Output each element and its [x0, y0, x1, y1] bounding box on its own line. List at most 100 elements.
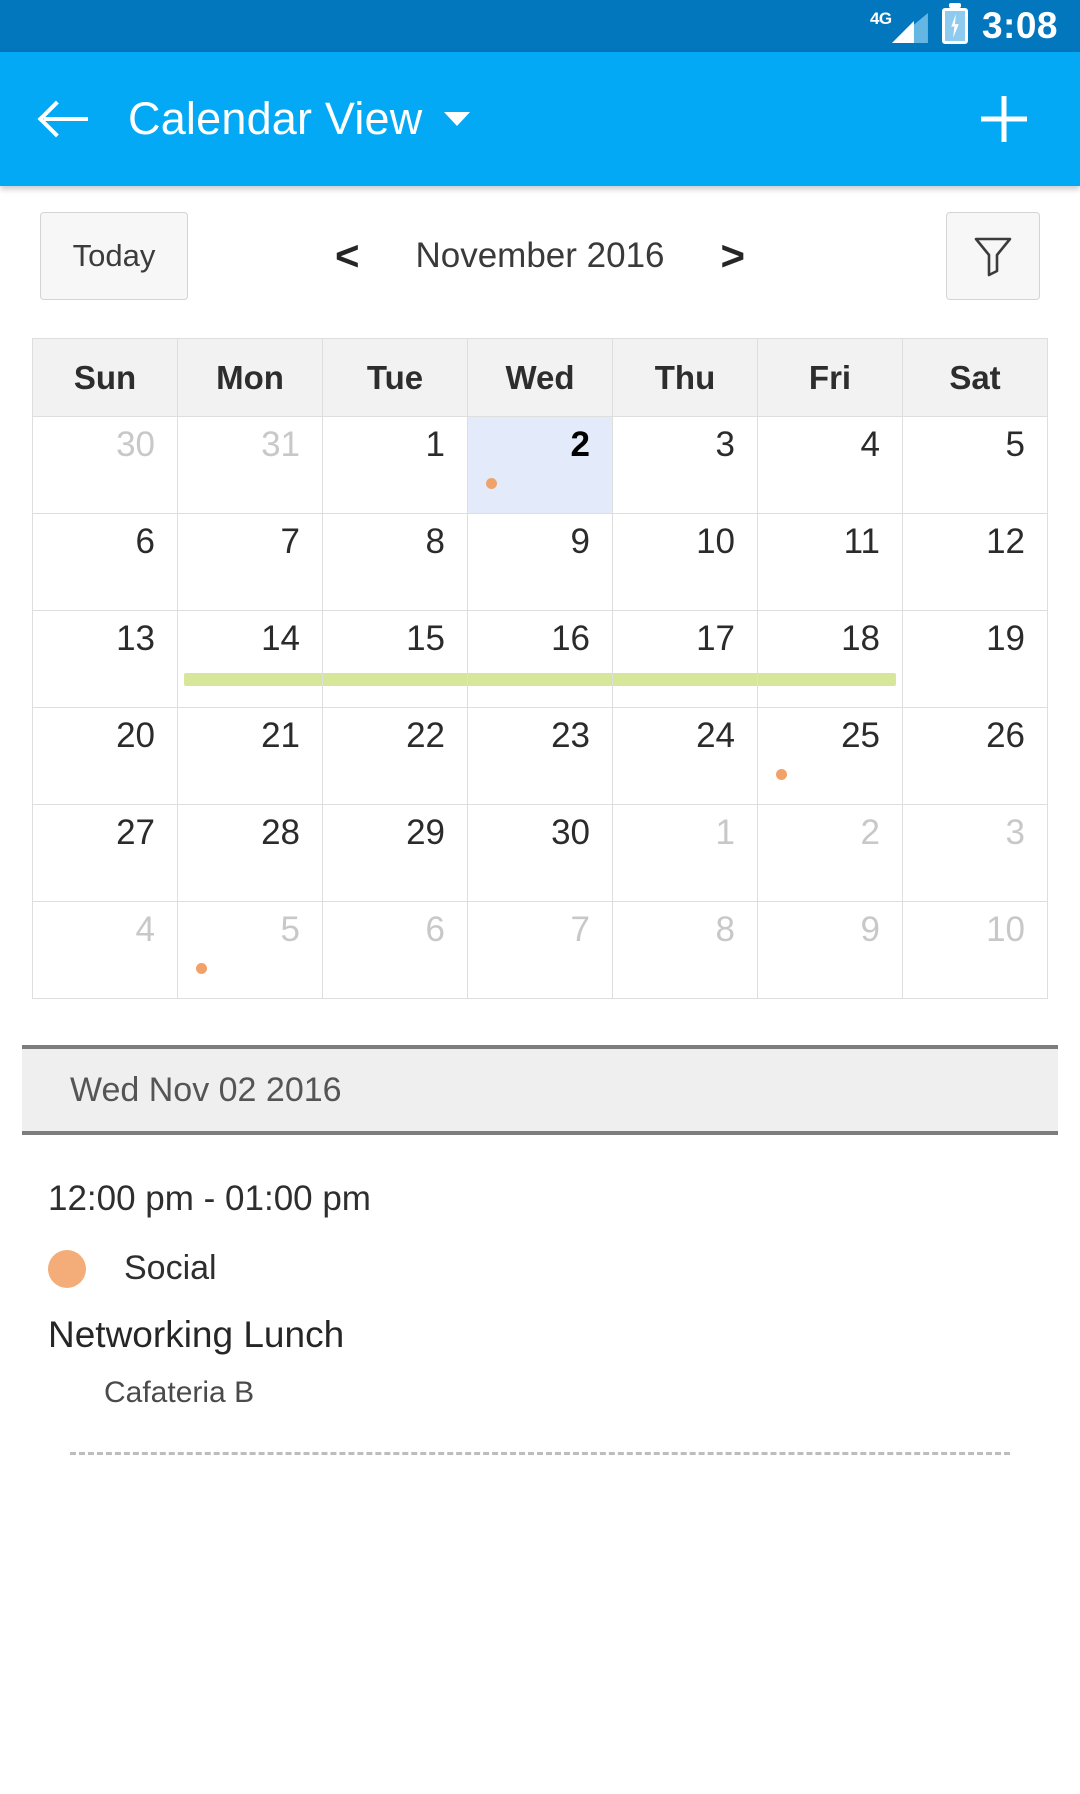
- calendar-day-cell[interactable]: 30: [33, 417, 178, 514]
- calendar-day-cell[interactable]: 7: [178, 514, 323, 611]
- calendar-day-cell[interactable]: 12: [903, 514, 1048, 611]
- calendar-day-cell[interactable]: 15: [323, 611, 468, 708]
- calendar-day-number: 24: [696, 716, 735, 755]
- prev-month-button[interactable]: <: [335, 235, 360, 277]
- calendar-day-cell[interactable]: 30: [468, 805, 613, 902]
- calendar-grid: Sun Mon Tue Wed Thu Fri Sat 30 31 1 2 3 4 5 6 7 8 9 10 11 1…: [32, 338, 1048, 999]
- calendar-week-row: 20 21 22 23 24 25 26: [33, 708, 1048, 805]
- calendar-day-number: 2: [860, 813, 880, 852]
- calendar-day-cell[interactable]: 28: [178, 805, 323, 902]
- current-month-label: November 2016: [415, 236, 665, 275]
- calendar-day-cell[interactable]: 8: [323, 514, 468, 611]
- event-dot-indicator: [196, 963, 207, 974]
- calendar-day-number: 23: [551, 716, 590, 755]
- event-category-label: Social: [124, 1249, 217, 1287]
- next-month-button[interactable]: >: [721, 235, 746, 277]
- event-category-row: Social: [48, 1249, 1032, 1288]
- calendar-day-cell[interactable]: 31: [178, 417, 323, 514]
- signal-triangle-lit: [891, 21, 914, 43]
- calendar-day-cell[interactable]: 17: [613, 611, 758, 708]
- calendar-day-cell[interactable]: 3: [613, 417, 758, 514]
- calendar-day-cell[interactable]: 25: [758, 708, 903, 805]
- signal-bars-icon: 4G: [869, 9, 928, 43]
- calendar-day-cell[interactable]: 2: [468, 417, 613, 514]
- event-span-bar: [468, 673, 612, 686]
- calendar-day-number: 6: [425, 910, 445, 949]
- back-arrow-icon[interactable]: [34, 88, 96, 150]
- calendar-day-number: 2: [570, 425, 590, 464]
- calendar-day-cell[interactable]: 6: [323, 902, 468, 999]
- calendar-day-cell[interactable]: 14: [178, 611, 323, 708]
- weekday-header-row: Sun Mon Tue Wed Thu Fri Sat: [33, 339, 1048, 417]
- event-span-bar: [758, 673, 896, 686]
- event-time: 12:00 pm - 01:00 pm: [48, 1179, 371, 1218]
- today-button-label: Today: [72, 238, 156, 273]
- calendar-day-cell[interactable]: 27: [33, 805, 178, 902]
- calendar-day-cell[interactable]: 11: [758, 514, 903, 611]
- calendar-day-cell[interactable]: 9: [758, 902, 903, 999]
- calendar-day-number: 26: [986, 716, 1025, 755]
- calendar-day-cell[interactable]: 29: [323, 805, 468, 902]
- calendar-day-number: 12: [986, 522, 1025, 561]
- calendar-day-cell[interactable]: 13: [33, 611, 178, 708]
- calendar-day-cell[interactable]: 19: [903, 611, 1048, 708]
- calendar-day-number: 8: [425, 522, 445, 561]
- status-bar-clock: 3:08: [981, 5, 1058, 46]
- calendar-day-number: 9: [860, 910, 880, 949]
- calendar-day-number: 4: [860, 425, 880, 464]
- calendar-day-cell[interactable]: 8: [613, 902, 758, 999]
- calendar-day-number: 1: [715, 813, 735, 852]
- calendar-day-number: 7: [280, 522, 300, 561]
- calendar-day-number: 25: [841, 716, 880, 755]
- calendar-day-cell[interactable]: 4: [758, 417, 903, 514]
- calendar-day-number: 19: [986, 619, 1025, 658]
- calendar-day-cell[interactable]: 1: [613, 805, 758, 902]
- calendar-day-cell[interactable]: 10: [903, 902, 1048, 999]
- calendar-day-cell[interactable]: 4: [33, 902, 178, 999]
- battery-charging-icon: [941, 8, 968, 44]
- calendar-day-number: 31: [261, 425, 300, 464]
- calendar-day-cell[interactable]: 10: [613, 514, 758, 611]
- network-type-label: 4G: [869, 9, 892, 28]
- agenda-date-header: Wed Nov 02 2016: [22, 1045, 1058, 1135]
- calendar-day-cell[interactable]: 26: [903, 708, 1048, 805]
- calendar-day-cell[interactable]: 7: [468, 902, 613, 999]
- event-location: Cafateria B: [104, 1376, 255, 1409]
- filter-button[interactable]: [946, 212, 1040, 300]
- chevron-down-icon[interactable]: [444, 112, 471, 126]
- today-button[interactable]: Today: [40, 212, 188, 300]
- agenda-event-list: 12:00 pm - 01:00 pm Social Networking Lunc…: [0, 1135, 1080, 1455]
- calendar-day-cell[interactable]: 1: [323, 417, 468, 514]
- calendar-day-cell[interactable]: 23: [468, 708, 613, 805]
- calendar-week-row: 30 31 1 2 3 4 5: [33, 417, 1048, 514]
- agenda-event-item[interactable]: 12:00 pm - 01:00 pm Social Networking Lunc…: [0, 1135, 1080, 1455]
- calendar-day-cell[interactable]: 6: [33, 514, 178, 611]
- calendar-day-cell[interactable]: 5: [178, 902, 323, 999]
- calendar-day-cell[interactable]: 21: [178, 708, 323, 805]
- calendar-day-cell[interactable]: 9: [468, 514, 613, 611]
- plus-icon[interactable]: [972, 87, 1036, 151]
- calendar-day-number: 13: [116, 619, 155, 658]
- app-bar: Calendar View: [0, 52, 1080, 186]
- calendar-week-row: 6 7 8 9 10 11 12: [33, 514, 1048, 611]
- calendar-day-cell[interactable]: 3: [903, 805, 1048, 902]
- calendar-day-cell[interactable]: 22: [323, 708, 468, 805]
- calendar-day-number: 3: [715, 425, 735, 464]
- calendar-day-number: 9: [570, 522, 590, 561]
- calendar-day-number: 11: [843, 522, 880, 561]
- calendar-day-cell[interactable]: 20: [33, 708, 178, 805]
- weekday-header-sun: Sun: [33, 339, 178, 417]
- calendar-day-cell[interactable]: 16: [468, 611, 613, 708]
- calendar-day-number: 28: [261, 813, 300, 852]
- event-span-bar: [323, 673, 467, 686]
- calendar-day-number: 18: [841, 619, 880, 658]
- calendar-day-number: 30: [116, 425, 155, 464]
- calendar-day-cell[interactable]: 2: [758, 805, 903, 902]
- calendar-day-cell[interactable]: 18: [758, 611, 903, 708]
- calendar-day-cell[interactable]: 24: [613, 708, 758, 805]
- calendar-day-number: 5: [280, 910, 300, 949]
- calendar-day-number: 10: [696, 522, 735, 561]
- calendar-day-cell[interactable]: 5: [903, 417, 1048, 514]
- charging-bolt-icon: [951, 14, 959, 38]
- month-toolbar: Today < November 2016 >: [0, 186, 1080, 326]
